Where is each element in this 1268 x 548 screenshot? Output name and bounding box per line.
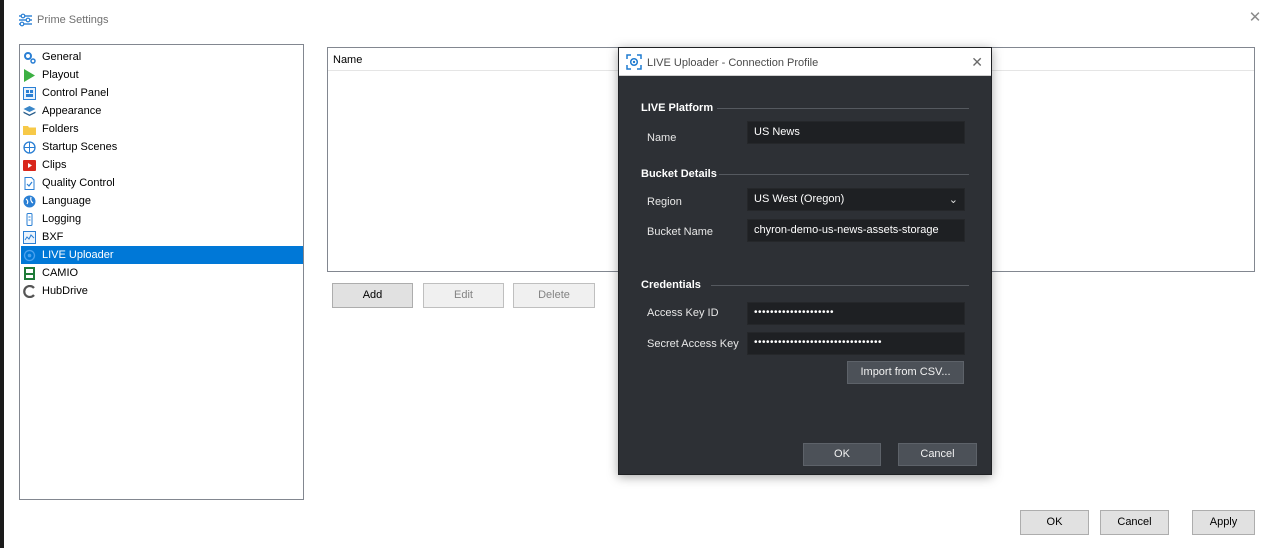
camio-icon (24, 267, 35, 280)
folder-icon (23, 126, 36, 135)
window-left-edge (0, 0, 4, 548)
nav-item-startup-scenes[interactable]: Startup Scenes (21, 138, 303, 156)
gear-icon (24, 52, 36, 64)
nav-item-label: Control Panel (42, 87, 109, 99)
nav-item-label: LIVE Uploader (42, 249, 114, 261)
nav-item-bxf[interactable]: BXF (21, 228, 303, 246)
bucket-name-label: Bucket Name (647, 226, 714, 238)
logging-icon (26, 213, 33, 226)
nav-item-live-uploader[interactable]: LIVE Uploader (21, 246, 303, 264)
ok-button[interactable]: OK (1020, 510, 1089, 535)
nav-item-folders[interactable]: Folders (21, 120, 303, 138)
window-close-icon[interactable]: ✕ (1248, 10, 1262, 25)
scene-icon (23, 141, 36, 154)
layers-icon (23, 106, 36, 116)
delete-button[interactable]: Delete (513, 283, 595, 308)
dialog-title: LIVE Uploader - Connection Profile (647, 57, 819, 69)
section-title-bucket-details: Bucket Details (641, 168, 717, 180)
nav-item-label: Folders (42, 123, 79, 135)
nav-item-label: Clips (42, 159, 67, 171)
region-selected-value: US West (Oregon) (754, 193, 845, 205)
import-from-csv-button[interactable]: Import from CSV... (847, 361, 964, 384)
dialog-cancel-button[interactable]: Cancel (898, 443, 977, 466)
cancel-button[interactable]: Cancel (1100, 510, 1169, 535)
settings-sliders-icon (19, 13, 32, 27)
nav-item-camio[interactable]: CAMIO (21, 264, 303, 282)
secret-key-label: Secret Access Key (647, 338, 739, 350)
apply-button[interactable]: Apply (1192, 510, 1255, 535)
quality-icon (24, 177, 35, 190)
nav-item-logging[interactable]: Logging (21, 210, 303, 228)
dialog-close-icon[interactable]: ✕ (971, 54, 983, 71)
nav-item-label: Quality Control (42, 177, 115, 189)
live-uploader-icon (626, 54, 642, 70)
access-key-input[interactable]: •••••••••••••••••••• (747, 302, 965, 325)
region-label: Region (647, 196, 682, 208)
dialog-ok-button[interactable]: OK (803, 443, 881, 466)
nav-item-label: Appearance (42, 105, 102, 117)
nav-item-general[interactable]: General (21, 48, 303, 66)
nav-item-hubdrive[interactable]: HubDrive (21, 282, 303, 300)
nav-item-label: Playout (42, 69, 79, 81)
section-divider (717, 108, 969, 109)
uploader-icon (23, 249, 36, 262)
nav-item-label: Logging (42, 213, 82, 225)
column-header-label: Name (333, 54, 363, 66)
hubdrive-icon (23, 285, 35, 298)
window-title: Prime Settings (37, 14, 109, 26)
nav-item-clips[interactable]: Clips (21, 156, 303, 174)
nav-item-quality-control[interactable]: Quality Control (21, 174, 303, 192)
edit-button[interactable]: Edit (423, 283, 504, 308)
globe-icon (23, 195, 36, 208)
clip-icon (23, 160, 36, 171)
connection-profile-dialog: LIVE Uploader - Connection Profile ✕ LIV… (618, 47, 992, 475)
profile-name-input[interactable]: US News (747, 121, 965, 144)
nav-item-label: Startup Scenes (42, 141, 118, 153)
nav-item-appearance[interactable]: Appearance (21, 102, 303, 120)
nav-item-label: General (42, 51, 82, 63)
nav-item-label: BXF (42, 231, 64, 243)
settings-nav-tree: General Playout Control Panel Appearance… (19, 44, 304, 500)
nav-item-label: Language (42, 195, 91, 207)
section-title-live-platform: LIVE Platform (641, 102, 714, 114)
dialog-title-bar: LIVE Uploader - Connection Profile ✕ (619, 48, 991, 76)
nav-item-control-panel[interactable]: Control Panel (21, 84, 303, 102)
nav-item-label: HubDrive (42, 285, 88, 297)
bxf-icon (23, 231, 36, 244)
add-button[interactable]: Add (332, 283, 413, 308)
access-key-label: Access Key ID (647, 307, 719, 319)
section-divider (719, 174, 969, 175)
nav-item-label: CAMIO (42, 267, 79, 279)
bucket-name-input[interactable]: chyron-demo-us-news-assets-storage (747, 219, 965, 242)
nav-item-language[interactable]: Language (21, 192, 303, 210)
section-divider (711, 285, 969, 286)
name-label: Name (647, 132, 677, 144)
control-panel-icon (23, 87, 36, 100)
section-title-credentials: Credentials (641, 279, 701, 291)
chevron-down-icon: ⌄ (948, 194, 958, 206)
secret-key-input[interactable]: •••••••••••••••••••••••••••••••• (747, 332, 965, 355)
title-bar: Prime Settings ✕ (10, 0, 1268, 42)
nav-item-playout[interactable]: Playout (21, 66, 303, 84)
play-icon (24, 69, 35, 82)
region-select[interactable]: US West (Oregon) ⌄ (747, 188, 965, 211)
